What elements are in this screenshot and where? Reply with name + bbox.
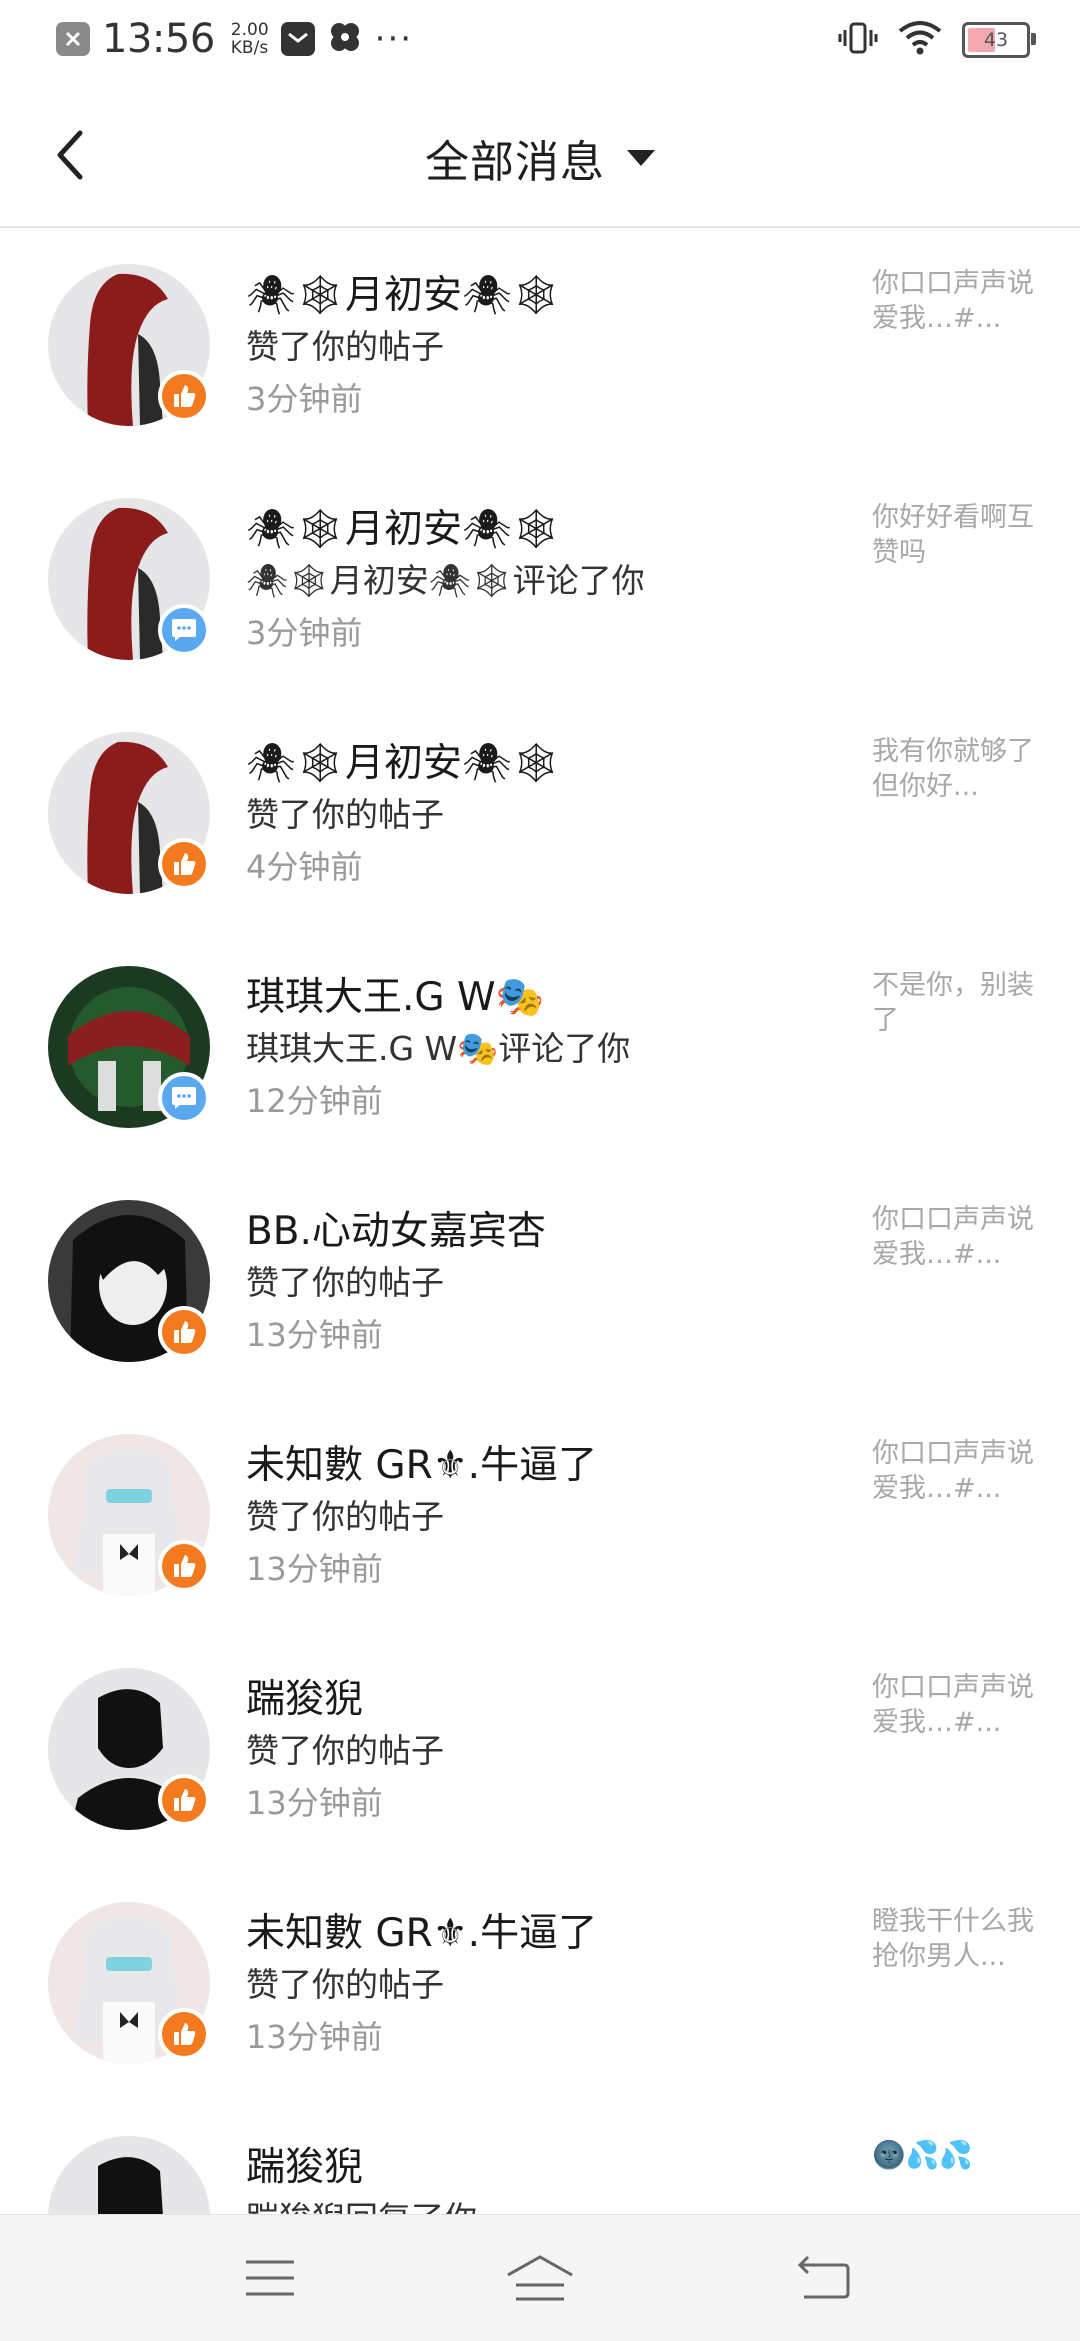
list-item[interactable]: 🕷🕸月初安🕷🕸 赞了你的帖子 3分钟前 你口口声声说爱我…#... [0, 228, 1080, 462]
like-badge [158, 838, 210, 890]
sender-name: 琪琪大王.G W🎭 [246, 975, 545, 1020]
post-preview[interactable]: 你口口声声说爱我…#... [872, 266, 1042, 336]
like-badge [158, 1540, 210, 1592]
timestamp: 13分钟前 [246, 1784, 383, 1822]
message-action: 赞了你的帖子 [246, 1263, 444, 1302]
network-speed-unit: KB/s [230, 38, 269, 58]
list-item[interactable]: 踹狻猊 赞了你的帖子 13分钟前 你口口声声说爱我…#... [0, 1632, 1080, 1866]
thumbs-up-icon [174, 2023, 196, 2045]
network-speed: 2.00 KB/s [231, 21, 269, 57]
post-preview[interactable]: 🌚💦💦 [872, 2138, 1042, 2173]
back-nav-button[interactable] [784, 2245, 864, 2311]
message-action: 赞了你的帖子 [246, 1731, 444, 1770]
thumbs-up-icon [174, 1555, 196, 1577]
message-action: 赞了你的帖子 [246, 1965, 444, 2004]
post-preview[interactable]: 瞪我干什么我抢你男人... [872, 1904, 1042, 1974]
sender-name: 踹狻猊 [246, 1677, 364, 1722]
post-preview[interactable]: 你好好看啊互赞吗 [872, 500, 1042, 570]
post-preview[interactable]: 我有你就够了 但你好... [872, 734, 1042, 804]
message-action: 赞了你的帖子 [246, 1497, 444, 1536]
timestamp: 3分钟前 [246, 380, 363, 418]
timestamp: 4分钟前 [246, 848, 363, 886]
like-badge [158, 370, 210, 422]
sender-name: BB.心动女嘉宾杏 [246, 1209, 546, 1254]
thumbs-up-icon [174, 1321, 196, 1343]
post-preview[interactable]: 你口口声声说爱我…#... [872, 1202, 1042, 1272]
post-preview[interactable]: 不是你，别装了 [872, 968, 1042, 1038]
timestamp: 13分钟前 [246, 1316, 383, 1354]
fan-icon [327, 19, 363, 59]
vibrate-icon [838, 20, 878, 60]
timestamp: 13分钟前 [246, 1550, 383, 1588]
timestamp: 13分钟前 [246, 2018, 383, 2056]
sender-name: 踹狻猊 [246, 2145, 364, 2190]
list-item[interactable]: 🕷🕸月初安🕷🕸 赞了你的帖子 4分钟前 我有你就够了 但你好... [0, 696, 1080, 930]
thumbs-up-icon [174, 853, 196, 875]
thumbs-up-icon [174, 1789, 196, 1811]
post-preview[interactable]: 你口口声声说爱我…#... [872, 1436, 1042, 1506]
list-item[interactable]: 未知數 GR⚜.牛逼了 赞了你的帖子 13分钟前 你口口声声说爱我…#... [0, 1398, 1080, 1632]
timestamp: 12分钟前 [246, 1082, 383, 1120]
menu-icon [246, 2260, 294, 2296]
chat-bubble-icon [172, 1087, 196, 1109]
caret-down-icon [627, 150, 655, 166]
sender-name: 🕷🕸月初安🕷🕸 [246, 273, 562, 318]
battery-level: 43 [983, 29, 1009, 51]
message-action: 赞了你的帖子 [246, 327, 444, 366]
header: 全部消息 [0, 84, 1080, 228]
list-item[interactable]: BB.心动女嘉宾杏 赞了你的帖子 13分钟前 你口口声声说爱我…#... [0, 1164, 1080, 1398]
thumbs-up-icon [174, 385, 196, 407]
system-nav-bar [0, 2214, 1080, 2341]
chat-bubble-icon [172, 619, 196, 641]
sender-name: 未知數 GR⚜.牛逼了 [246, 1911, 598, 1956]
message-action: 赞了你的帖子 [246, 795, 444, 834]
message-list: 🕷🕸月初安🕷🕸 赞了你的帖子 3分钟前 你口口声声说爱我…#... 🕷🕸月初安🕷… [0, 228, 1080, 2334]
menu-button[interactable] [230, 2245, 310, 2311]
message-action: 琪琪大王.G W🎭评论了你 [246, 1029, 631, 1068]
mail-icon [280, 22, 315, 56]
like-badge [158, 2008, 210, 2060]
network-speed-value: 2.00 [230, 20, 269, 40]
home-icon [507, 2255, 573, 2301]
comment-badge [158, 604, 210, 656]
list-item[interactable]: 未知數 GR⚜.牛逼了 赞了你的帖子 13分钟前 瞪我干什么我抢你男人... [0, 1866, 1080, 2100]
sender-name: 🕷🕸月初安🕷🕸 [246, 741, 562, 786]
list-item[interactable]: 琪琪大王.G W🎭 琪琪大王.G W🎭评论了你 12分钟前 不是你，别装了 [0, 930, 1080, 1164]
status-bar: 13:56 2.00 KB/s ··· 43 [0, 0, 1080, 84]
like-badge [158, 1774, 210, 1826]
message-action: 🕷🕸月初安🕷🕸评论了你 [246, 561, 645, 600]
sender-name: 未知數 GR⚜.牛逼了 [246, 1443, 598, 1488]
more-notifications-icon: ··· [374, 19, 414, 59]
list-item[interactable]: 🕷🕸月初安🕷🕸 🕷🕸月初安🕷🕸评论了你 3分钟前 你好好看啊互赞吗 [0, 462, 1080, 696]
clock: 13:56 [102, 16, 215, 62]
like-badge [158, 1306, 210, 1358]
post-preview[interactable]: 你口口声声说爱我…#... [872, 1670, 1042, 1740]
sender-name: 🕷🕸月初安🕷🕸 [246, 507, 562, 552]
back-arrow-icon [797, 2255, 850, 2299]
battery-icon: 43 [962, 22, 1036, 58]
wifi-icon [898, 21, 942, 59]
notification-blocked-icon [56, 22, 90, 56]
page-title: 全部消息 [425, 137, 605, 188]
home-button[interactable] [500, 2245, 580, 2311]
timestamp: 3分钟前 [246, 614, 363, 652]
filter-dropdown[interactable]: 全部消息 [0, 126, 1080, 190]
comment-badge [158, 1072, 210, 1124]
